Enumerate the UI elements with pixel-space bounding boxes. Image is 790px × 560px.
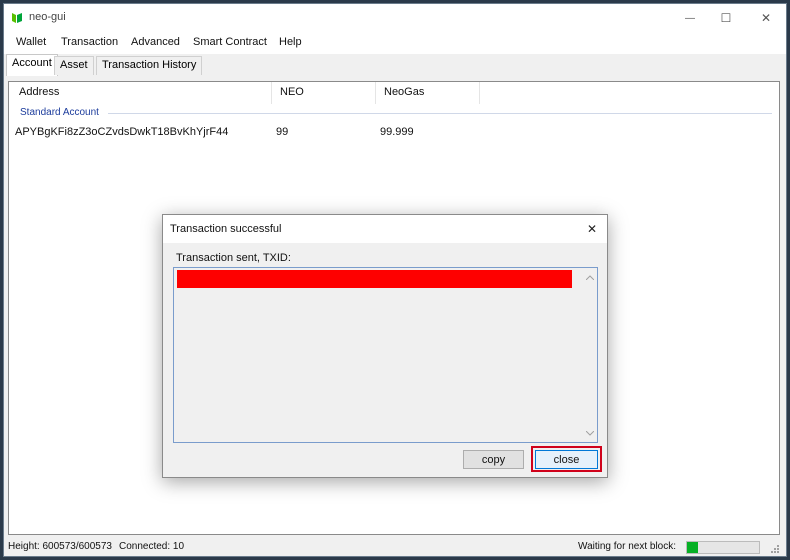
close-icon: ✕ (586, 222, 598, 236)
next-block-progress (686, 541, 760, 554)
tab-transaction-history[interactable]: Transaction History (96, 56, 203, 75)
group-header-standard-account: Standard Account (20, 107, 99, 118)
minimize-icon: — (685, 12, 695, 24)
menu-smart-contract[interactable]: Smart Contract (193, 36, 267, 48)
column-header-neo[interactable]: NEO (275, 82, 304, 104)
account-address: APYBgKFi8zZ3oCZvdsDwkT18BvKhYjrF44 (15, 126, 229, 138)
menu-transaction[interactable]: Transaction (61, 36, 118, 48)
window-title: neo-gui (29, 11, 66, 23)
column-separator[interactable] (271, 82, 272, 104)
close-icon: ✕ (760, 11, 772, 25)
close-button[interactable]: close (535, 450, 598, 469)
account-neogas-balance: 99.999 (380, 126, 414, 138)
chevron-up-icon[interactable] (584, 271, 596, 283)
dialog-title: Transaction successful (170, 223, 282, 235)
menu-wallet[interactable]: Wallet (16, 36, 46, 48)
menu-advanced[interactable]: Advanced (131, 36, 180, 48)
dialog-title-bar[interactable]: Transaction successful ✕ (163, 215, 607, 243)
tab-strip: Account Asset Transaction History (4, 54, 786, 76)
next-block-label: Waiting for next block: (578, 541, 677, 552)
progress-fill (687, 542, 698, 553)
block-height: Height: 600573/600573 (8, 541, 112, 552)
redacted-txid (177, 270, 572, 288)
group-divider (108, 113, 772, 114)
connection-count: Connected: 10 (119, 541, 185, 552)
column-header-address[interactable]: Address (14, 82, 59, 104)
column-separator[interactable] (479, 82, 480, 104)
tab-asset[interactable]: Asset (54, 56, 94, 75)
dialog-close-button[interactable]: ✕ (577, 215, 607, 243)
copy-button[interactable]: copy (463, 450, 524, 469)
column-separator[interactable] (375, 82, 376, 104)
txid-label: Transaction sent, TXID: (176, 252, 291, 264)
maximize-button[interactable]: ☐ (704, 4, 748, 32)
menu-help[interactable]: Help (279, 36, 302, 48)
maximize-icon: ☐ (720, 11, 732, 25)
account-neo-balance: 99 (276, 126, 289, 138)
window-close-button[interactable]: ✕ (744, 4, 788, 32)
column-header-neogas[interactable]: NeoGas (379, 82, 424, 104)
resize-grip-icon[interactable] (768, 542, 780, 554)
txid-textbox[interactable] (173, 267, 598, 443)
title-bar[interactable]: neo-gui — ☐ ✕ (4, 4, 786, 32)
transaction-successful-dialog: Transaction successful ✕ Transaction sen… (162, 214, 608, 478)
neo-logo-icon (11, 12, 23, 24)
status-bar: Height: 600573/600573 Connected: 10 Wait… (4, 538, 786, 556)
menu-bar: Wallet Transaction Advanced Smart Contra… (4, 32, 786, 54)
tab-account[interactable]: Account (6, 54, 58, 76)
chevron-down-icon[interactable] (584, 427, 596, 439)
